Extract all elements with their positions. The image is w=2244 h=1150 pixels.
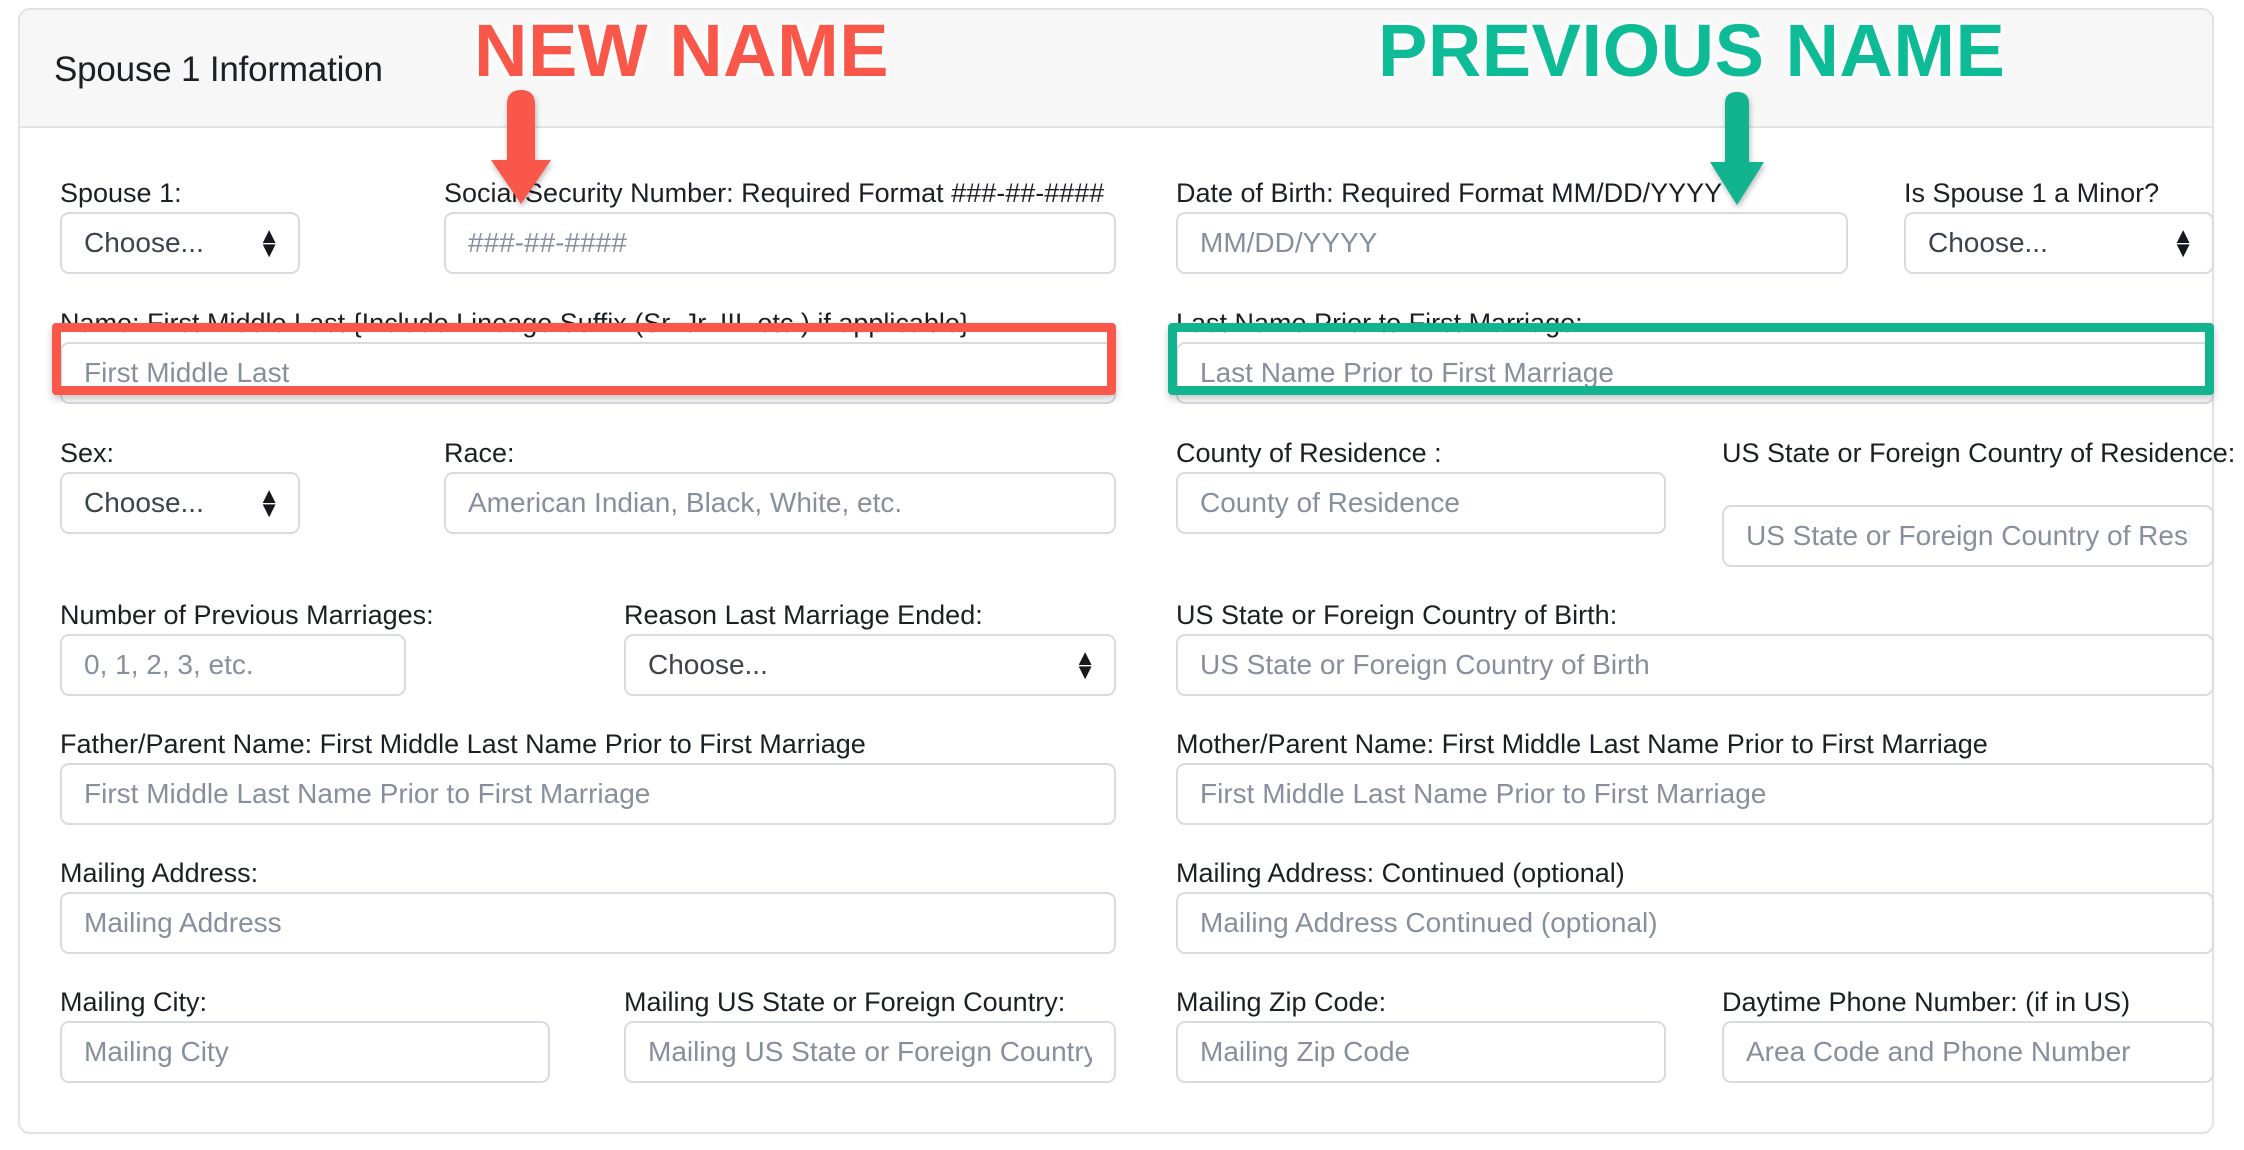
mailing-state-or-country-placeholder: Mailing US State or Foreign Country [648,1036,1092,1067]
label-number-of-previous-marriages: Number of Previous Marriages: [60,600,434,630]
label-father-parent-name: Father/Parent Name: First Middle Last Na… [60,729,866,759]
state-or-country-of-residence-input[interactable]: US State or Foreign Country of Resider [1722,505,2214,567]
state-or-country-of-birth-input[interactable]: US State or Foreign Country of Birth [1176,634,2214,696]
is-spouse-1-a-minor-value: Choose... [1928,227,2048,258]
is-spouse-1-a-minor-select[interactable]: Choose... ▲ ▼ [1904,212,2214,274]
new-name-annotation-label: NEW NAME [474,9,890,92]
new-name-down-arrow [491,90,551,204]
previous-name-down-arrow [1710,92,1764,205]
label-mailing-city: Mailing City: [60,987,208,1017]
chevron-down-icon: ▼ [1074,659,1096,684]
label-last-name-prior-to-first-marriage: Last Name Prior to First Marriage: [1176,308,1583,338]
sex-select[interactable]: Choose... ▲ ▼ [60,472,300,534]
mailing-address-input[interactable]: Mailing Address [60,892,1116,954]
date-of-birth-input[interactable]: MM/DD/YYYY [1176,212,1848,274]
sex-value: Choose... [84,487,204,518]
mailing-address-continued-input[interactable]: Mailing Address Continued (optional) [1176,892,2214,954]
label-mailing-zip-code: Mailing Zip Code: [1176,987,1387,1017]
chevron-updown-icon: ▲ ▼ [258,485,280,522]
state-or-country-of-residence-placeholder: US State or Foreign Country of Resider [1746,520,2190,551]
mailing-city-input[interactable]: Mailing City [60,1021,550,1083]
social-security-number-placeholder: ###-##-#### [468,227,627,258]
county-of-residence-input[interactable]: County of Residence [1176,472,1666,534]
number-of-previous-marriages-input[interactable]: 0, 1, 2, 3, etc. [60,634,406,696]
father-parent-name-placeholder: First Middle Last Name Prior to First Ma… [84,778,651,809]
date-of-birth-placeholder: MM/DD/YYYY [1200,227,1378,258]
chevron-updown-icon: ▲ ▼ [2172,225,2194,262]
chevron-down-icon: ▼ [258,237,280,262]
mailing-zip-code-input[interactable]: Mailing Zip Code [1176,1021,1666,1083]
number-of-previous-marriages-placeholder: 0, 1, 2, 3, etc. [84,649,254,680]
label-spouse-1: Spouse 1: [60,178,182,208]
label-state-or-country-of-residence: US State or Foreign Country of Residence… [1722,438,2236,468]
mother-parent-name-input[interactable]: First Middle Last Name Prior to First Ma… [1176,763,2214,825]
mother-parent-name-placeholder: First Middle Last Name Prior to First Ma… [1200,778,1767,809]
label-reason-last-marriage-ended: Reason Last Marriage Ended: [624,600,983,630]
label-mother-parent-name: Mother/Parent Name: First Middle Last Na… [1176,729,1988,759]
mailing-zip-code-placeholder: Mailing Zip Code [1200,1036,1411,1067]
mailing-address-continued-placeholder: Mailing Address Continued (optional) [1200,907,1658,938]
chevron-down-icon: ▼ [2172,237,2194,262]
label-mailing-state-or-country: Mailing US State or Foreign Country: [624,987,1066,1017]
chevron-down-icon: ▼ [258,497,280,522]
page-title: Spouse 1 Information [54,50,383,89]
name-placeholder: First Middle Last [84,357,290,388]
reason-last-marriage-ended-value: Choose... [648,649,768,680]
race-placeholder: American Indian, Black, White, etc. [468,487,903,518]
label-name: Name: First Middle Last {Include Lineage… [60,308,969,338]
spouse-1-value: Choose... [84,227,204,258]
previous-name-annotation-label: PREVIOUS NAME [1378,9,2006,92]
label-mailing-address-continued: Mailing Address: Continued (optional) [1176,858,1625,888]
daytime-phone-number-placeholder: Area Code and Phone Number [1746,1036,2131,1067]
spouse-1-information-card: Spouse 1 Information Spouse 1: Choose...… [18,8,2235,1134]
mailing-address-placeholder: Mailing Address [84,907,282,938]
father-parent-name-input[interactable]: First Middle Last Name Prior to First Ma… [60,763,1116,825]
daytime-phone-number-input[interactable]: Area Code and Phone Number [1722,1021,2214,1083]
county-of-residence-placeholder: County of Residence [1200,487,1460,518]
label-race: Race: [444,438,515,468]
label-sex: Sex: [60,438,115,468]
page-root: Spouse 1 Information Spouse 1: Choose...… [0,0,2244,1150]
chevron-updown-icon: ▲ ▼ [258,225,280,262]
name-input[interactable]: First Middle Last [60,342,1116,404]
label-is-spouse-1-a-minor: Is Spouse 1 a Minor? [1904,178,2160,208]
label-state-or-country-of-birth: US State or Foreign Country of Birth: [1176,600,1618,630]
label-county-of-residence: County of Residence : [1176,438,1442,468]
label-mailing-address: Mailing Address: [60,858,259,888]
last-name-prior-to-first-marriage-input[interactable]: Last Name Prior to First Marriage [1176,342,2214,404]
social-security-number-input[interactable]: ###-##-#### [444,212,1116,274]
card-body: Spouse 1: Choose... ▲ ▼ Social Security … [20,128,2235,1134]
mailing-city-placeholder: Mailing City [84,1036,229,1067]
mailing-state-or-country-input[interactable]: Mailing US State or Foreign Country [624,1021,1116,1083]
label-date-of-birth: Date of Birth: Required Format MM/DD/YYY… [1176,178,1723,208]
spouse-1-select[interactable]: Choose... ▲ ▼ [60,212,300,274]
race-input[interactable]: American Indian, Black, White, etc. [444,472,1116,534]
state-or-country-of-birth-placeholder: US State or Foreign Country of Birth [1200,649,1650,680]
label-daytime-phone-number: Daytime Phone Number: (if in US) [1722,987,2131,1017]
reason-last-marriage-ended-select[interactable]: Choose... ▲ ▼ [624,634,1116,696]
last-name-prior-to-first-marriage-placeholder: Last Name Prior to First Marriage [1200,357,1614,388]
chevron-updown-icon: ▲ ▼ [1074,647,1096,684]
